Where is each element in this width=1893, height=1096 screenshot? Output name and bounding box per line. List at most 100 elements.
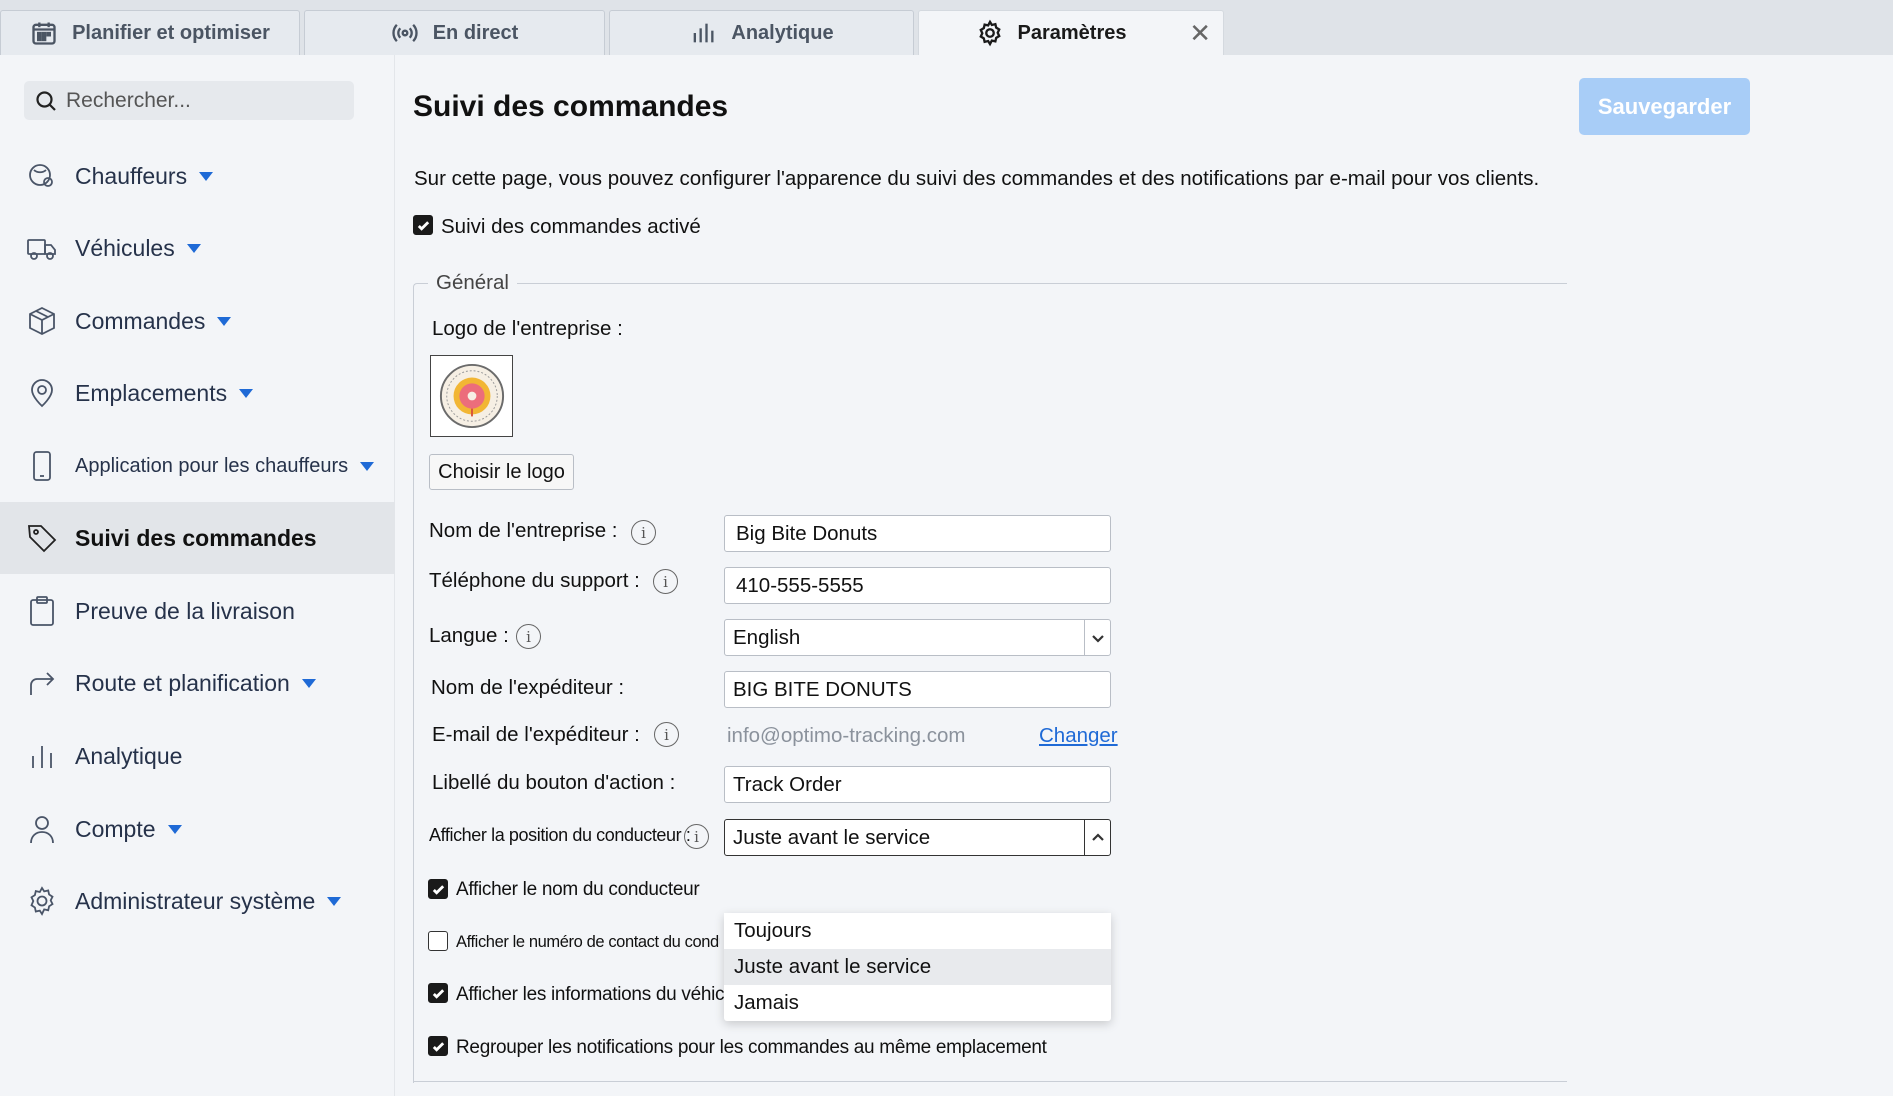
sender-name-label: Nom de l'expéditeur : [431, 676, 625, 699]
change-email-link[interactable]: Changer [1039, 724, 1118, 748]
tab-label: Planifier et optimiser [72, 21, 270, 44]
broadcast-icon [392, 24, 418, 42]
sidebar-item-label: Compte [75, 815, 156, 842]
group-notifications-label: Regrouper les notifications pour les com… [456, 1037, 1047, 1058]
company-logo-preview [430, 355, 513, 437]
search-input[interactable] [66, 88, 346, 113]
sender-name-input[interactable] [724, 671, 1111, 708]
chevron-down-icon[interactable] [327, 896, 342, 906]
info-icon[interactable]: i [653, 569, 678, 594]
chevron-down-icon[interactable] [199, 171, 214, 181]
language-label: Langue : [429, 624, 509, 647]
save-button[interactable]: Sauvegarder [1579, 78, 1750, 135]
action-button-input[interactable] [724, 766, 1111, 803]
tracking-enabled-checkbox[interactable] [413, 215, 433, 235]
show-vehicle-info-label: Afficher les informations du véhicule [456, 984, 749, 1005]
sender-email-label: E-mail de l'expéditeur : [432, 723, 640, 746]
info-icon[interactable]: i [684, 824, 709, 849]
dropdown-option-selected[interactable]: Juste avant le service [724, 949, 1111, 985]
company-name-input[interactable] [724, 515, 1111, 552]
sender-email-value: info@optimo-tracking.com [727, 724, 966, 747]
chevron-down-icon[interactable] [217, 316, 232, 326]
sidebar-item-preuve-livraison[interactable]: Preuve de la livraison [0, 575, 395, 647]
clipboard-icon [30, 596, 54, 626]
tab-parametres[interactable]: Paramètres ✕ [918, 10, 1224, 55]
check-icon [417, 220, 429, 231]
company-name-label: Nom de l'entreprise : [429, 519, 618, 542]
tab-label: Analytique [731, 21, 834, 44]
show-vehicle-info-checkbox[interactable] [428, 983, 448, 1003]
info-icon[interactable]: i [654, 722, 679, 747]
sidebar-item-route-planification[interactable]: Route et planification [0, 647, 395, 719]
settings-icon [30, 886, 54, 916]
sidebar-item-label: Chauffeurs [75, 162, 188, 189]
chevron-up-icon[interactable] [1084, 820, 1110, 855]
route-arrow-icon [30, 672, 55, 695]
language-selected-value: English [733, 625, 801, 649]
chevron-down-icon[interactable] [360, 461, 375, 471]
tracking-enabled-label: Suivi des commandes activé [441, 215, 701, 238]
logo-label: Logo de l'entreprise : [432, 317, 623, 340]
sidebar-item-label: Preuve de la livraison [75, 597, 295, 624]
chevron-down-icon[interactable] [301, 678, 316, 688]
driver-position-select[interactable]: Juste avant le service [724, 819, 1111, 856]
gear-icon [978, 19, 1001, 47]
close-icon[interactable]: ✕ [1189, 20, 1211, 46]
main-content: Suivi des commandes Sauvegarder Sur cett… [395, 55, 1893, 1096]
show-driver-name-checkbox[interactable] [428, 879, 448, 899]
choose-logo-button[interactable]: Choisir le logo [429, 454, 574, 490]
fieldset-bottom-border [413, 1081, 1567, 1082]
phone-icon [33, 451, 51, 481]
package-icon [29, 306, 55, 336]
driver-position-label: Afficher la position du conducteur : [429, 825, 691, 845]
group-notifications-checkbox[interactable] [428, 1036, 448, 1056]
sidebar-item-commandes[interactable]: Commandes [0, 285, 395, 357]
tab-label: Paramètres [1017, 21, 1127, 44]
chevron-down-icon[interactable] [167, 824, 182, 834]
sidebar-item-label: Route et planification [75, 669, 290, 696]
driver-position-selected-value: Juste avant le service [733, 825, 931, 849]
sidebar: Chauffeurs Véhicules Commandes Emplaceme… [0, 55, 395, 1096]
tab-analytique[interactable]: Analytique [609, 10, 914, 55]
info-icon[interactable]: i [516, 624, 541, 649]
support-phone-input[interactable] [724, 567, 1111, 604]
analytics-icon [32, 746, 52, 768]
chevron-down-icon[interactable] [239, 388, 254, 398]
check-icon [432, 1041, 444, 1052]
calendar-icon [32, 22, 56, 45]
sidebar-item-label: Analytique [75, 742, 183, 769]
show-driver-contact-checkbox[interactable] [428, 931, 448, 951]
check-icon [432, 988, 444, 999]
tab-label: En direct [432, 21, 519, 44]
dropdown-option[interactable]: Jamais [724, 985, 1111, 1021]
sidebar-item-label: Administrateur système [75, 887, 316, 914]
sidebar-item-emplacements[interactable]: Emplacements [0, 357, 395, 429]
language-select[interactable]: English [724, 619, 1111, 656]
search-box[interactable] [24, 81, 354, 120]
sidebar-item-chauffeurs[interactable]: Chauffeurs [0, 140, 395, 212]
driver-icon [29, 164, 53, 187]
general-legend: Général [428, 271, 517, 295]
sidebar-item-analytique[interactable]: Analytique [0, 720, 395, 792]
tab-planifier[interactable]: Planifier et optimiser [0, 10, 300, 55]
sidebar-item-label: Suivi des commandes [75, 524, 317, 551]
support-phone-label: Téléphone du support : [429, 569, 640, 592]
check-icon [432, 884, 444, 895]
chevron-down-icon[interactable] [1084, 620, 1110, 655]
chevron-down-icon[interactable] [186, 243, 201, 253]
truck-icon [27, 239, 56, 260]
sidebar-item-administrateur[interactable]: Administrateur système [0, 865, 395, 937]
sidebar-item-compte[interactable]: Compte [0, 793, 395, 865]
dropdown-option[interactable]: Toujours [724, 913, 1111, 949]
tab-en-direct[interactable]: En direct [304, 10, 605, 55]
page-description: Sur cette page, vous pouvez configurer l… [414, 167, 1540, 190]
sidebar-item-label: Emplacements [75, 379, 228, 406]
sidebar-item-label: Commandes [75, 307, 206, 334]
search-icon [36, 90, 56, 111]
info-icon[interactable]: i [631, 520, 656, 545]
sidebar-item-suivi-commandes[interactable]: Suivi des commandes [0, 502, 395, 574]
sidebar-item-label: Application pour les chauffeurs [75, 454, 349, 477]
sidebar-item-application-chauffeurs[interactable]: Application pour les chauffeurs [0, 430, 395, 502]
sidebar-item-vehicules[interactable]: Véhicules [0, 212, 395, 284]
tag-icon [28, 525, 57, 553]
